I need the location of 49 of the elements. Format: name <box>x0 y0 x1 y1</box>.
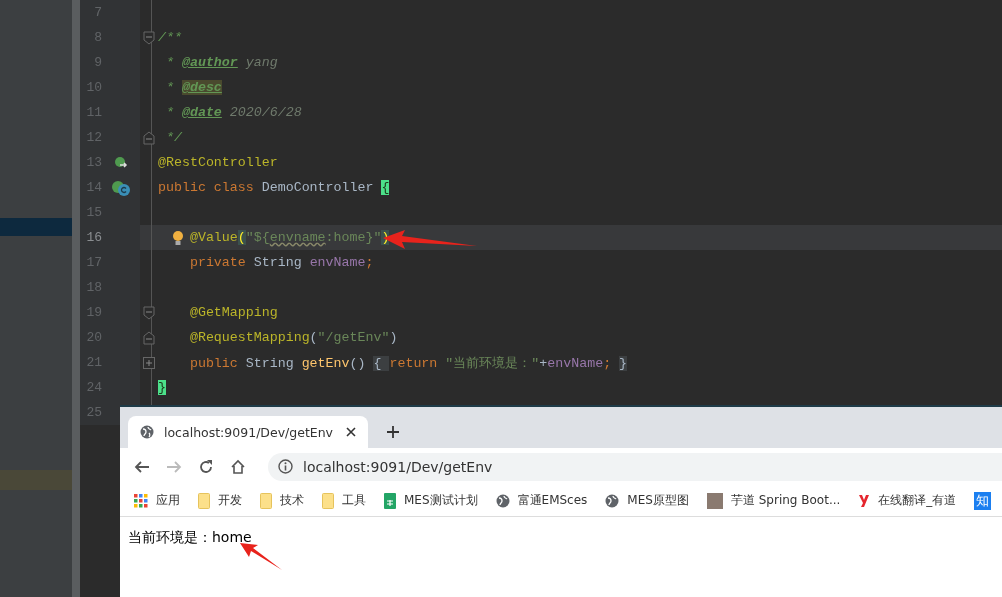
pointer-arrow <box>240 543 282 571</box>
lightbulb-icon[interactable] <box>172 229 184 246</box>
bookmark[interactable]: 富通EMSces <box>495 492 588 509</box>
code-line: /** <box>158 30 182 45</box>
row-highlight <box>0 470 72 490</box>
folder-icon <box>322 492 334 509</box>
fold-start-icon[interactable] <box>143 30 155 45</box>
code-line: * @author yang <box>164 55 278 70</box>
address-bar[interactable]: localhost:9091/Dev/getEnv <box>268 452 1002 481</box>
bookmark[interactable]: 知 <box>974 491 992 510</box>
reload-icon[interactable] <box>198 458 214 475</box>
back-icon[interactable] <box>134 458 150 475</box>
code-line: private String envName; <box>188 255 374 270</box>
info-icon[interactable] <box>278 459 293 474</box>
bookmark[interactable]: 工具 <box>322 492 366 509</box>
folder-icon <box>198 492 210 509</box>
page-text: 当前环境是：home <box>128 529 252 545</box>
code-line: @GetMapping <box>188 305 278 320</box>
folder-icon <box>260 492 272 509</box>
logo-icon <box>858 493 871 508</box>
globe-icon <box>605 493 620 508</box>
bean-class-icon[interactable] <box>111 178 131 197</box>
browser-tab[interactable]: localhost:9091/Dev/getEnv <box>128 416 368 448</box>
code-line: * @date 2020/6/28 <box>164 105 302 120</box>
globe-icon <box>140 425 154 439</box>
line-number: 16 <box>85 230 102 245</box>
fold-expand-icon[interactable] <box>143 356 155 369</box>
code-line: */ <box>164 130 182 145</box>
bookmark[interactable]: MES测试计划 <box>384 492 478 509</box>
code-line: public String getEnv() { return "当前环境是："+envName; } <box>188 354 628 372</box>
globe-icon <box>495 493 510 508</box>
bookmark[interactable]: 应用 <box>134 492 180 509</box>
bookmark[interactable]: 在线翻译_有道 <box>858 492 957 509</box>
selected-row-highlight <box>0 218 72 236</box>
bookmark[interactable]: 技术 <box>260 492 304 509</box>
scrollbar[interactable] <box>72 0 80 597</box>
fold-start-icon[interactable] <box>143 305 155 320</box>
code-line: public class DemoController { <box>158 180 390 195</box>
spreadsheet-icon <box>384 492 396 509</box>
close-icon[interactable] <box>346 427 356 437</box>
home-icon[interactable] <box>230 458 246 475</box>
bookmark[interactable]: MES原型图 <box>605 492 689 509</box>
bookmark[interactable]: 芋道 Spring Boot... <box>706 492 841 509</box>
bookmark[interactable]: 开发 <box>198 492 242 509</box>
apps-grid-icon <box>134 493 148 508</box>
code-line: @RequestMapping("/getEnv") <box>188 330 398 345</box>
new-tab-icon[interactable] <box>386 425 400 439</box>
code-line: @RestController <box>158 155 278 170</box>
photo-placeholder <box>706 492 723 509</box>
